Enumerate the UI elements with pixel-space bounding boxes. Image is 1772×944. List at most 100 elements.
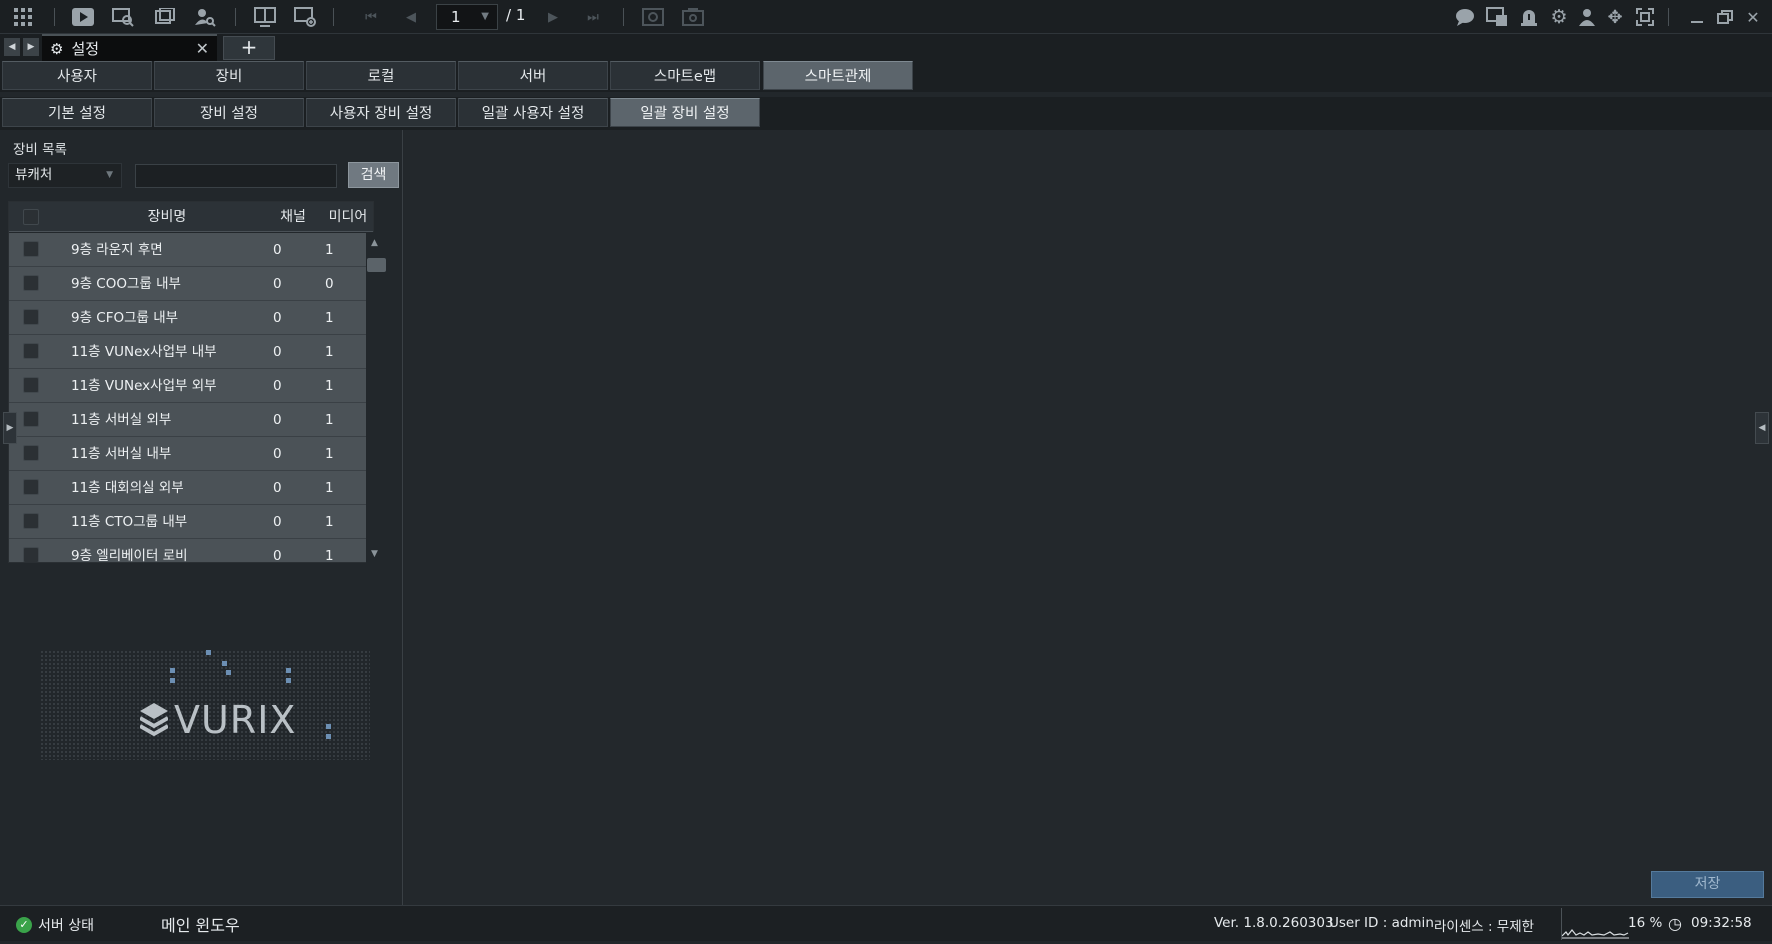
- table-row[interactable]: 11층 CTO그룹 내부 0 1: [9, 505, 373, 539]
- minimize-icon[interactable]: [1684, 5, 1710, 29]
- media-count: 0: [325, 276, 334, 292]
- row-checkbox[interactable]: [23, 377, 39, 393]
- play-live-icon[interactable]: [70, 5, 96, 29]
- table-row[interactable]: 11층 VUNex사업부 내부 0 1: [9, 335, 373, 369]
- next-page-icon[interactable]: ▶: [540, 5, 566, 29]
- search-button[interactable]: 검색: [348, 162, 399, 188]
- device-name: 9층 COO그룹 내부: [71, 276, 181, 292]
- table-row[interactable]: 11층 서버실 내부 0 1: [9, 437, 373, 471]
- scroll-up-icon[interactable]: ▲: [371, 238, 378, 248]
- table-row[interactable]: 11층 대회의실 외부 0 1: [9, 471, 373, 505]
- settings-gear-icon[interactable]: ⚙: [1546, 5, 1572, 29]
- sub-tab-row: 기본 설정 장비 설정 사용자 장비 설정 일괄 사용자 설정 일괄 장비 설정: [0, 97, 1772, 130]
- tab-smart-control[interactable]: 스마트관제: [763, 61, 913, 90]
- message-box-icon[interactable]: [1484, 5, 1510, 29]
- tab-bulk-user-settings[interactable]: 일괄 사용자 설정: [458, 98, 608, 127]
- alarm-icon[interactable]: [1516, 5, 1542, 29]
- page-number-input[interactable]: 1 ▼: [436, 4, 498, 30]
- chat-icon[interactable]: [1452, 5, 1478, 29]
- chevron-down-icon: ▼: [106, 170, 113, 180]
- server-status[interactable]: 서버 상태: [38, 915, 94, 935]
- table-row[interactable]: 9층 CFO그룹 내부 0 1: [9, 301, 373, 335]
- table-row[interactable]: 11층 서버실 외부 0 1: [9, 403, 373, 437]
- tab-user[interactable]: 사용자: [2, 61, 152, 90]
- page-total: / 1: [506, 6, 526, 24]
- first-page-icon[interactable]: ⏮: [358, 5, 384, 29]
- media-count: 1: [325, 378, 334, 394]
- row-checkbox[interactable]: [23, 513, 39, 529]
- add-tab-button[interactable]: +: [223, 36, 275, 60]
- device-name: 9층 라운지 후면: [71, 242, 163, 258]
- media-count: 1: [325, 310, 334, 326]
- tab-scroll-left-icon[interactable]: ◀: [4, 38, 20, 56]
- row-checkbox[interactable]: [23, 547, 39, 562]
- move-icon[interactable]: ✥: [1602, 5, 1628, 29]
- device-name: 11층 서버실 외부: [71, 412, 172, 428]
- media-count: 1: [325, 412, 334, 428]
- top-toolbar: ⏮ ◀ 1 ▼ / 1 ▶ ⏭ ⚙ ✥ ✕: [0, 0, 1772, 34]
- prev-page-icon[interactable]: ◀: [398, 5, 424, 29]
- menu-tab-row: 사용자 장비 로컬 서버 스마트e맵 스마트관제: [0, 61, 1772, 92]
- refresh-icon[interactable]: [640, 5, 666, 29]
- playback-search-icon[interactable]: [110, 5, 136, 29]
- document-tab-bar: ◀ ▶ ⚙ 설정 ✕ +: [0, 34, 1772, 61]
- select-all-checkbox[interactable]: [23, 209, 39, 225]
- event-list-icon[interactable]: [152, 5, 178, 29]
- tab-bulk-device-settings[interactable]: 일괄 장비 설정: [610, 98, 760, 127]
- fullscreen-icon[interactable]: [1632, 5, 1658, 29]
- table-row[interactable]: 9층 라운지 후면 0 1: [9, 233, 373, 267]
- scrollbar-thumb[interactable]: [367, 258, 386, 272]
- tab-device[interactable]: 장비: [154, 61, 304, 90]
- device-search-input[interactable]: [135, 164, 337, 188]
- row-checkbox[interactable]: [23, 275, 39, 291]
- right-panel-toggle-icon[interactable]: ◀: [1755, 412, 1769, 444]
- row-checkbox[interactable]: [23, 343, 39, 359]
- monitor-layout-icon[interactable]: [252, 5, 278, 29]
- column-channel[interactable]: 채널: [265, 202, 321, 232]
- close-window-icon[interactable]: ✕: [1740, 5, 1766, 29]
- grid-menu-icon[interactable]: [10, 5, 36, 29]
- table-row[interactable]: 9층 엘리베이터 로비 0 1: [9, 539, 373, 563]
- row-checkbox[interactable]: [23, 309, 39, 325]
- logo-text: VURIX: [174, 698, 297, 742]
- channel-count: 0: [273, 548, 282, 563]
- save-button[interactable]: 저장: [1651, 871, 1764, 898]
- last-page-icon[interactable]: ⏭: [580, 5, 606, 29]
- tab-user-device-settings[interactable]: 사용자 장비 설정: [306, 98, 456, 127]
- channel-count: 0: [273, 378, 282, 394]
- media-count: 1: [325, 480, 334, 496]
- snapshot-icon[interactable]: [680, 5, 706, 29]
- table-row[interactable]: 9층 COO그룹 내부 0 0: [9, 267, 373, 301]
- column-media[interactable]: 미디어: [321, 202, 373, 232]
- media-count: 1: [325, 242, 334, 258]
- row-checkbox[interactable]: [23, 479, 39, 495]
- brand-logo-area: VURIX: [30, 640, 380, 760]
- tab-scroll-right-icon[interactable]: ▶: [23, 38, 39, 56]
- add-monitor-icon[interactable]: [292, 5, 318, 29]
- tab-local[interactable]: 로컬: [306, 61, 456, 90]
- close-tab-icon[interactable]: ✕: [196, 39, 209, 58]
- layers-logo-icon: [140, 703, 168, 737]
- left-panel-toggle-icon[interactable]: ▶: [3, 412, 17, 444]
- tab-settings[interactable]: ⚙ 설정 ✕: [42, 34, 217, 61]
- table-row[interactable]: 11층 VUNex사업부 외부 0 1: [9, 369, 373, 403]
- device-name: 9층 CFO그룹 내부: [71, 310, 179, 326]
- tab-smart-emap[interactable]: 스마트e맵: [610, 61, 760, 90]
- scroll-down-icon[interactable]: ▼: [371, 549, 378, 559]
- table-scrollbar[interactable]: ▲ ▼: [366, 232, 386, 563]
- tab-server[interactable]: 서버: [458, 61, 608, 90]
- row-checkbox[interactable]: [23, 445, 39, 461]
- row-checkbox[interactable]: [23, 241, 39, 257]
- user-search-icon[interactable]: [192, 5, 218, 29]
- column-device-name[interactable]: 장비명: [69, 202, 265, 232]
- user-account-icon[interactable]: [1574, 5, 1600, 29]
- tab-basic-settings[interactable]: 기본 설정: [2, 98, 152, 127]
- restore-icon[interactable]: [1712, 5, 1738, 29]
- channel-count: 0: [273, 242, 282, 258]
- row-checkbox[interactable]: [23, 411, 39, 427]
- version-text: Ver. 1.8.0.260303: [1214, 915, 1334, 931]
- media-count: 1: [325, 548, 334, 563]
- main-window-label: 메인 윈도우: [161, 916, 240, 935]
- tab-device-settings[interactable]: 장비 설정: [154, 98, 304, 127]
- device-type-select[interactable]: 뷰캐처 ▼: [8, 163, 122, 188]
